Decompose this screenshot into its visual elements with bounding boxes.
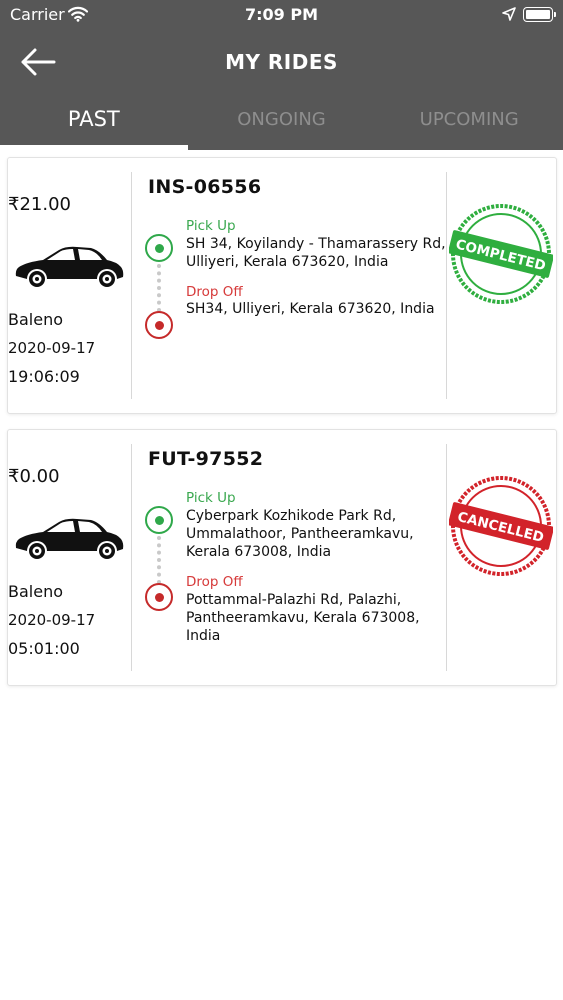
ride-date: 2020-09-17 — [8, 339, 96, 357]
divider — [131, 444, 132, 671]
tab-past[interactable]: PAST — [0, 100, 188, 150]
ride-time: 05:01:00 — [8, 639, 80, 658]
pickup-label: Pick Up — [186, 218, 236, 234]
ride-card[interactable]: ₹0.00 Baleno 2020-09-17 05:01:00 FUT-975… — [7, 429, 557, 686]
tab-ongoing[interactable]: ONGOING — [188, 100, 376, 150]
dropoff-pin-icon — [145, 583, 173, 611]
tab-upcoming[interactable]: UPCOMING — [375, 100, 563, 150]
ride-card[interactable]: ₹21.00 Baleno 2020-09-17 19:06:09 INS-06… — [7, 157, 557, 414]
car-icon — [15, 518, 124, 559]
car-model: Baleno — [8, 310, 63, 329]
car-model: Baleno — [8, 582, 63, 601]
page-title: MY RIDES — [225, 50, 338, 74]
dropoff-pin-icon — [145, 311, 173, 339]
ride-id: INS-06556 — [148, 176, 262, 198]
pickup-address: Cyberpark Kozhikode Park Rd, Ummalathoor… — [186, 508, 414, 560]
ride-tabs: PAST ONGOING UPCOMING — [0, 100, 563, 150]
ride-price: ₹21.00 — [8, 194, 71, 215]
pickup-label: Pick Up — [186, 490, 236, 506]
ride-time: 19:06:09 — [8, 367, 80, 386]
completed-stamp: COMPLETED — [449, 204, 553, 304]
cancelled-stamp: CANCELLED — [449, 476, 553, 576]
divider — [446, 172, 447, 399]
ride-price: ₹0.00 — [8, 466, 60, 487]
pickup-pin-icon — [145, 234, 173, 262]
divider — [131, 172, 132, 399]
app-header: Carrier 7:09 PM MY RIDES PAST ONGOING UP… — [0, 0, 563, 150]
ride-date: 2020-09-17 — [8, 611, 96, 629]
dropoff-label: Drop Off — [186, 574, 243, 590]
location-arrow-icon — [502, 7, 516, 21]
route-dots — [157, 264, 161, 312]
dropoff-address: SH34, Ulliyeri, Kerala 673620, India — [186, 301, 435, 317]
battery-icon — [523, 7, 556, 22]
dropoff-address: Pottammal-Palazhi Rd, Palazhi, Pantheera… — [186, 592, 420, 644]
pickup-address: SH 34, Koyilandy - Thamarassery Rd, Ulli… — [186, 236, 446, 270]
car-icon — [15, 246, 124, 287]
route-dots — [157, 536, 161, 584]
status-bar: Carrier 7:09 PM — [0, 0, 563, 30]
status-time: 7:09 PM — [244, 5, 318, 24]
dropoff-label: Drop Off — [186, 284, 243, 300]
pickup-pin-icon — [145, 506, 173, 534]
ride-id: FUT-97552 — [148, 448, 264, 470]
